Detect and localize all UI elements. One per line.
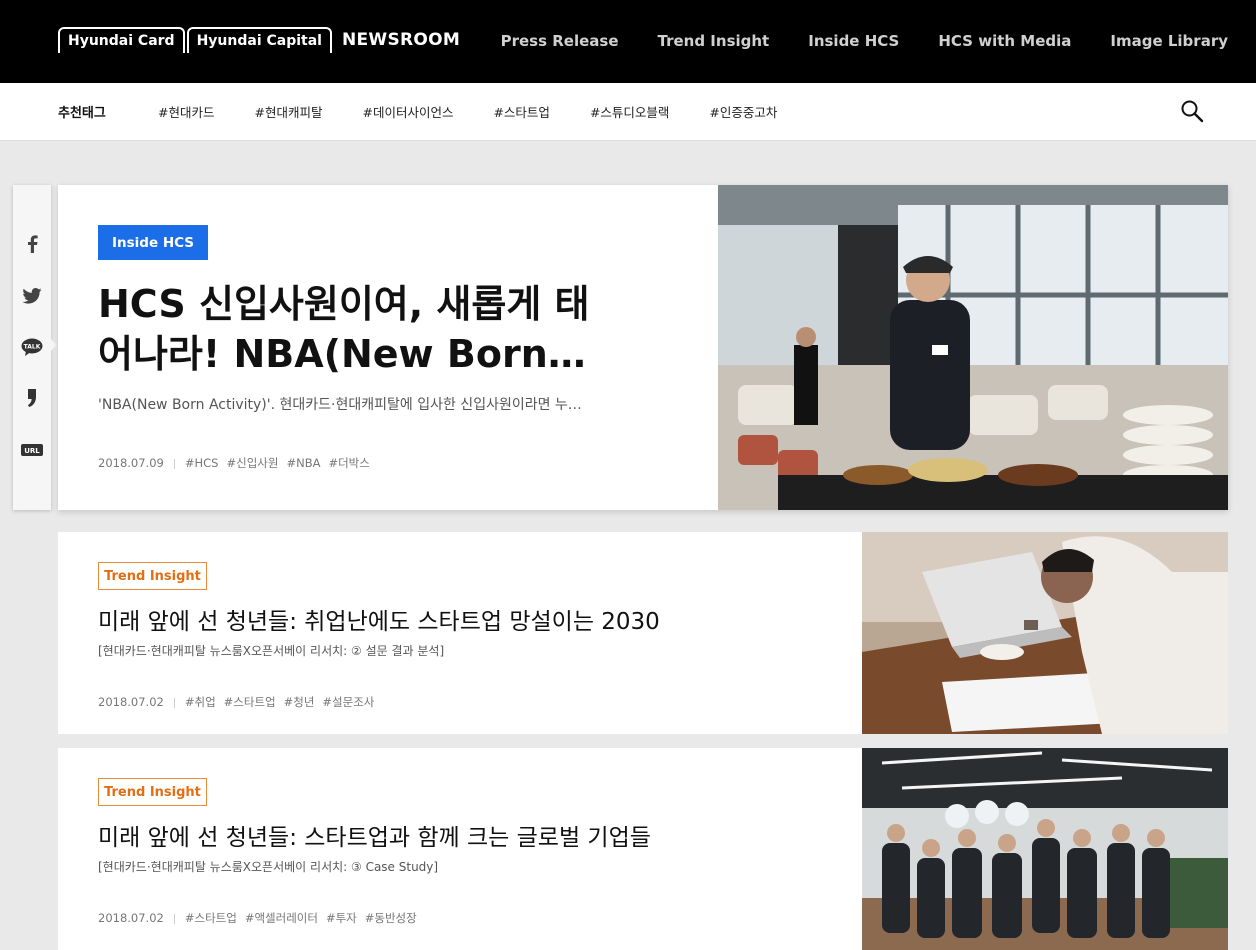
top-navigation-bar: Hyundai Card Hyundai Capital NEWSROOM Pr… [0, 0, 1256, 83]
share-sidebar: TALK URL [13, 185, 57, 510]
article-tag[interactable]: #NBA [286, 456, 320, 470]
article-tag[interactable]: #동반성장 [365, 911, 417, 925]
article-tag[interactable]: #액셀러레이터 [245, 911, 318, 925]
article-image[interactable] [862, 748, 1228, 950]
article-image[interactable] [862, 532, 1228, 734]
article-tag[interactable]: #HCS [185, 456, 219, 470]
tag-link[interactable]: #현대카드 [158, 102, 214, 121]
article-tag[interactable]: #투자 [326, 911, 357, 925]
tag-link[interactable]: #스타트업 [493, 102, 549, 121]
share-pointer [51, 339, 57, 351]
meta-divider [173, 458, 175, 469]
svg-text:URL: URL [24, 447, 40, 455]
article-date: 2018.07.09 [98, 456, 164, 470]
article-tag[interactable]: #설문조사 [322, 695, 374, 709]
article-date: 2018.07.02 [98, 695, 164, 709]
nav-inside-hcs[interactable]: Inside HCS [808, 32, 899, 50]
nav-hcs-with-media[interactable]: HCS with Media [938, 32, 1071, 50]
featured-title-line: 어나라! NBA(New Born… [98, 332, 586, 376]
url-copy-icon[interactable]: URL [13, 435, 51, 465]
twitter-icon[interactable] [13, 281, 51, 311]
article-tag[interactable]: #취업 [185, 695, 216, 709]
tag-link[interactable]: #현대캐피탈 [254, 102, 322, 121]
category-badge[interactable]: Trend Insight [98, 562, 207, 590]
meta-divider [173, 697, 175, 708]
logo-hyundai-capital[interactable]: Hyundai Capital [186, 27, 332, 53]
article-meta: 2018.07.02 #스타트업 #액셀러레이터 #투자 #동반성장 [98, 910, 425, 926]
recommended-tags-bar: 추천태그 #현대카드 #현대캐피탈 #데이터사이언스 #스타트업 #스튜디오블랙… [0, 83, 1256, 141]
category-badge[interactable]: Trend Insight [98, 778, 207, 806]
article-tag[interactable]: #청년 [284, 695, 315, 709]
article-tag[interactable]: #신입사원 [226, 456, 278, 470]
recommended-tags-list: #현대카드 #현대캐피탈 #데이터사이언스 #스타트업 #스튜디오블랙 #인증중… [158, 102, 817, 121]
featured-title-line: HCS 신입사원이여, 새롭게 태 [98, 282, 590, 326]
quote-icon[interactable] [13, 383, 51, 413]
article-tag[interactable]: #더박스 [328, 456, 369, 470]
tag-link[interactable]: #스튜디오블랙 [590, 102, 669, 121]
search-icon[interactable] [1180, 99, 1204, 123]
logo-newsroom[interactable]: NEWSROOM [342, 30, 460, 50]
article-title[interactable]: 미래 앞에 선 청년들: 취업난에도 스타트업 망설이는 2030 [98, 602, 660, 636]
main-nav: Press Release Trend Insight Inside HCS H… [462, 32, 1228, 50]
article-card[interactable]: Trend Insight 미래 앞에 선 청년들: 취업난에도 스타트업 망설… [58, 532, 1228, 734]
article-tag[interactable]: #스타트업 [224, 695, 276, 709]
facebook-icon[interactable] [13, 229, 51, 259]
logo-hyundai-card[interactable]: Hyundai Card [58, 27, 185, 53]
article-meta: 2018.07.02 #취업 #스타트업 #청년 #설문조사 [98, 694, 382, 710]
nav-press-release[interactable]: Press Release [501, 32, 619, 50]
article-subtitle: [현대카드·현대캐피탈 뉴스룸X오픈서베이 리서치: ② 설문 결과 분석] [98, 644, 445, 658]
featured-article-title[interactable]: HCS 신입사원이여, 새롭게 태 어나라! NBA(New Born… [98, 279, 658, 379]
article-tag[interactable]: #스타트업 [185, 911, 237, 925]
svg-text:TALK: TALK [24, 344, 41, 351]
meta-divider [173, 913, 175, 924]
article-card[interactable]: Trend Insight 미래 앞에 선 청년들: 스타트업과 함께 크는 글… [58, 748, 1228, 950]
nav-image-library[interactable]: Image Library [1110, 32, 1228, 50]
category-badge[interactable]: Inside HCS [98, 225, 208, 260]
nav-trend-insight[interactable]: Trend Insight [658, 32, 770, 50]
featured-article-card[interactable]: Inside HCS HCS 신입사원이여, 새롭게 태 어나라! NBA(Ne… [58, 185, 1228, 510]
recommended-tags-title: 추천태그 [58, 106, 106, 121]
article-subtitle: [현대카드·현대캐피탈 뉴스룸X오픈서베이 리서치: ③ Case Study] [98, 860, 439, 874]
article-date: 2018.07.02 [98, 911, 164, 925]
featured-article-image[interactable] [718, 185, 1228, 510]
article-meta: 2018.07.09 #HCS #신입사원 #NBA #더박스 [98, 455, 378, 471]
article-title[interactable]: 미래 앞에 선 청년들: 스타트업과 함께 크는 글로벌 기업들 [98, 818, 651, 852]
tag-link[interactable]: #인증중고차 [709, 102, 777, 121]
featured-article-description: 'NBA(New Born Activity)'. 현대카드·현대캐피탈에 입사… [98, 397, 582, 413]
kakaotalk-icon[interactable]: TALK [13, 332, 51, 362]
site-logo[interactable]: Hyundai Card Hyundai Capital NEWSROOM [58, 27, 460, 53]
tag-link[interactable]: #데이터사이언스 [362, 102, 453, 121]
